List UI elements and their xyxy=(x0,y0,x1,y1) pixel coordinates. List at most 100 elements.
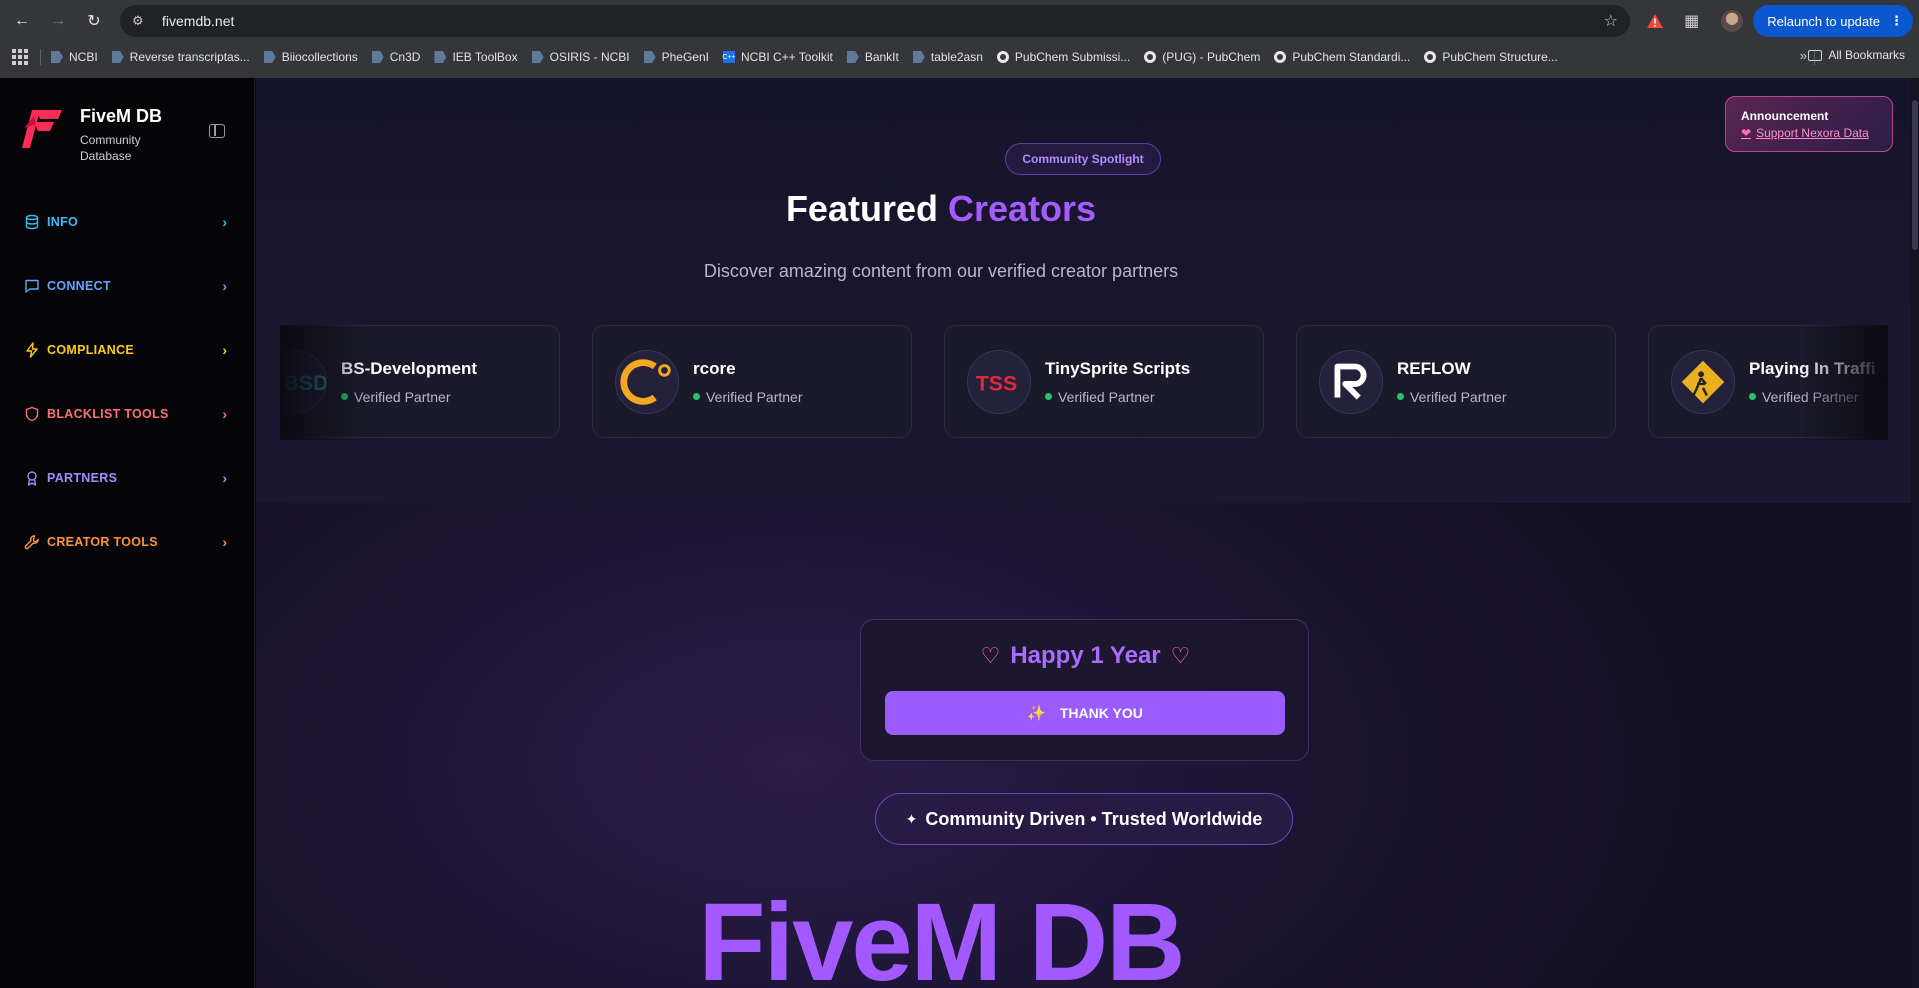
sidebar-item-compliance[interactable]: COMPLIANCE › xyxy=(0,318,255,382)
award-icon xyxy=(27,471,37,486)
brand[interactable]: FiveM DB Community Database xyxy=(22,106,162,164)
thank-you-label: THANK YOU xyxy=(1059,705,1143,721)
page: FiveM DB Community Database INFO › CONNE… xyxy=(0,78,1919,988)
sidebar-item-creator-tools[interactable]: CREATOR TOOLS › xyxy=(0,510,255,574)
creator-card[interactable]: TSS TinySprite Scripts Verified Partner xyxy=(944,325,1264,438)
bookmark-item[interactable]: Biiocollections xyxy=(263,50,358,64)
more-bookmarks-icon[interactable]: » xyxy=(1800,48,1807,63)
creator-card[interactable]: REFLOW Verified Partner xyxy=(1296,325,1616,438)
doc-icon xyxy=(371,51,384,63)
thank-you-button[interactable]: ✨ THANK YOU xyxy=(885,691,1285,735)
bookmark-item[interactable]: C++ NCBI C++ Toolkit xyxy=(722,50,832,64)
bookmark-label: BankIt xyxy=(864,50,899,64)
doc-icon xyxy=(51,51,63,63)
bookmark-item[interactable]: table2asn xyxy=(912,50,983,64)
sparkles-icon: ✨ xyxy=(1027,705,1046,722)
sidebar-item-label: BLACKLIST TOOLS xyxy=(47,407,169,421)
featured-subtitle: Discover amazing content from our verifi… xyxy=(703,261,1179,281)
shield-icon xyxy=(25,406,39,422)
bookmark-item[interactable]: BankIt xyxy=(846,50,899,64)
cpp-icon: C++ xyxy=(722,51,736,63)
announcement-link[interactable]: ❤ Support Nexora Data xyxy=(1741,126,1869,140)
url-text[interactable]: fivemdb.net xyxy=(162,13,234,29)
relaunch-button[interactable]: Relaunch to update ⋮ xyxy=(1753,5,1913,37)
extensions-icon[interactable]: ▦ xyxy=(1684,11,1699,31)
bookmark-label: table2asn xyxy=(930,50,983,64)
sidebar-item-partners[interactable]: PARTNERS › xyxy=(0,446,255,510)
bookmark-item[interactable]: Reverse transcriptas... xyxy=(111,50,250,64)
chat-icon xyxy=(25,279,39,293)
verified-dot-icon xyxy=(1749,393,1756,400)
creator-name: REFLOW xyxy=(1397,358,1471,378)
all-bookmarks-label: All Bookmarks xyxy=(1828,48,1905,62)
doc-icon xyxy=(643,51,656,63)
brand-title: FiveM DB xyxy=(80,106,163,126)
bookmark-label: IEB ToolBox xyxy=(452,50,518,64)
warning-icon[interactable] xyxy=(1646,13,1664,29)
verified-dot-icon xyxy=(1397,393,1404,400)
verified-dot-icon xyxy=(1045,393,1052,400)
back-icon[interactable]: ← xyxy=(8,7,36,35)
doc-icon xyxy=(846,51,859,63)
creator-name: TinySprite Scripts xyxy=(1045,358,1191,378)
creator-carousel: BSD BS-Development Verified Partner rcor… xyxy=(280,325,1888,440)
sidebar-nav: INFO › CONNECT › COMPLIANCE › BLACKLIST … xyxy=(0,190,255,574)
bookmark-star-icon[interactable]: ☆ xyxy=(1604,11,1618,31)
brand-subtitle: Community Database xyxy=(80,133,141,163)
bookmark-label: Reverse transcriptas... xyxy=(129,50,250,64)
doc-icon xyxy=(912,51,925,63)
traffic-sign-logo-icon xyxy=(1671,349,1735,414)
bookmark-item[interactable]: PubChem Submissi... xyxy=(996,50,1130,64)
community-label: Community Driven • Trusted Worldwide xyxy=(925,808,1263,829)
svg-text:TSS: TSS xyxy=(976,371,1017,395)
address-bar[interactable]: ⚙ fivemdb.net ☆ xyxy=(120,5,1630,37)
bookmark-item[interactable]: (PUG) - PubChem xyxy=(1144,50,1260,64)
collapse-sidebar-icon[interactable] xyxy=(209,124,225,138)
bookmark-item[interactable]: PubChem Standardi... xyxy=(1274,50,1410,64)
reflow-logo-icon xyxy=(1319,349,1383,414)
sidebar-item-info[interactable]: INFO › xyxy=(0,190,255,254)
chevron-right-icon: › xyxy=(222,278,227,294)
bookmark-item[interactable]: NCBI xyxy=(51,50,98,64)
bookmark-label: NCBI xyxy=(69,50,98,64)
browser-toolbar: ← → ↻ ⚙ fivemdb.net ☆ ▦ Relaunch to upda… xyxy=(0,0,1919,42)
sidebar-item-blacklist-tools[interactable]: BLACKLIST TOOLS › xyxy=(0,382,255,446)
featured-title-accent: Creators xyxy=(948,188,1097,229)
apps-grid-icon[interactable] xyxy=(12,49,28,65)
announcement-link-text[interactable]: Support Nexora Data xyxy=(1756,126,1869,140)
browser-chrome: ← → ↻ ⚙ fivemdb.net ☆ ▦ Relaunch to upda… xyxy=(0,0,1919,78)
chevron-right-icon: › xyxy=(222,214,227,230)
bookmark-label: OSIRIS - NCBI xyxy=(549,50,630,64)
sidebar: FiveM DB Community Database INFO › CONNE… xyxy=(0,78,255,988)
pubchem-icon xyxy=(1144,51,1157,63)
page-scrollbar[interactable] xyxy=(1911,78,1919,988)
bookmark-item[interactable]: IEB ToolBox xyxy=(434,50,518,64)
bookmark-item[interactable]: PubChem Structure... xyxy=(1424,50,1558,64)
announcement-banner[interactable]: Announcement ❤ Support Nexora Data xyxy=(1725,96,1893,152)
sidebar-item-connect[interactable]: CONNECT › xyxy=(0,254,255,318)
menu-dots-icon[interactable]: ⋮ xyxy=(1890,13,1903,29)
profile-avatar[interactable] xyxy=(1721,10,1744,32)
creator-card[interactable]: rcore Verified Partner xyxy=(592,325,912,438)
sidebar-item-label: PARTNERS xyxy=(47,471,118,485)
database-icon xyxy=(25,214,39,230)
scrollbar-thumb[interactable] xyxy=(1912,100,1918,250)
doc-icon xyxy=(531,51,544,63)
community-spotlight-badge: Community Spotlight xyxy=(1005,143,1161,175)
bookmark-item[interactable]: OSIRIS - NCBI xyxy=(531,50,630,64)
relaunch-label: Relaunch to update xyxy=(1767,13,1880,29)
site-settings-icon[interactable]: ⚙ xyxy=(132,13,148,29)
bookmark-item[interactable]: Cn3D xyxy=(371,50,421,64)
all-bookmarks-button[interactable]: All Bookmarks xyxy=(1808,48,1905,62)
reload-icon[interactable]: ↻ xyxy=(80,7,108,35)
creator-name: rcore xyxy=(693,358,736,378)
forward-icon[interactable]: → xyxy=(44,7,72,35)
bookmarks-divider xyxy=(40,49,41,65)
bookmark-label: Cn3D xyxy=(389,50,421,64)
rcore-logo-icon xyxy=(615,349,679,414)
sidebar-item-label: CREATOR TOOLS xyxy=(47,535,158,549)
announcement-title: Announcement xyxy=(1741,109,1829,123)
bookmark-item[interactable]: PheGenI xyxy=(643,50,709,64)
bookmark-label: Biiocollections xyxy=(281,50,358,64)
carousel-fade-left xyxy=(280,325,370,440)
